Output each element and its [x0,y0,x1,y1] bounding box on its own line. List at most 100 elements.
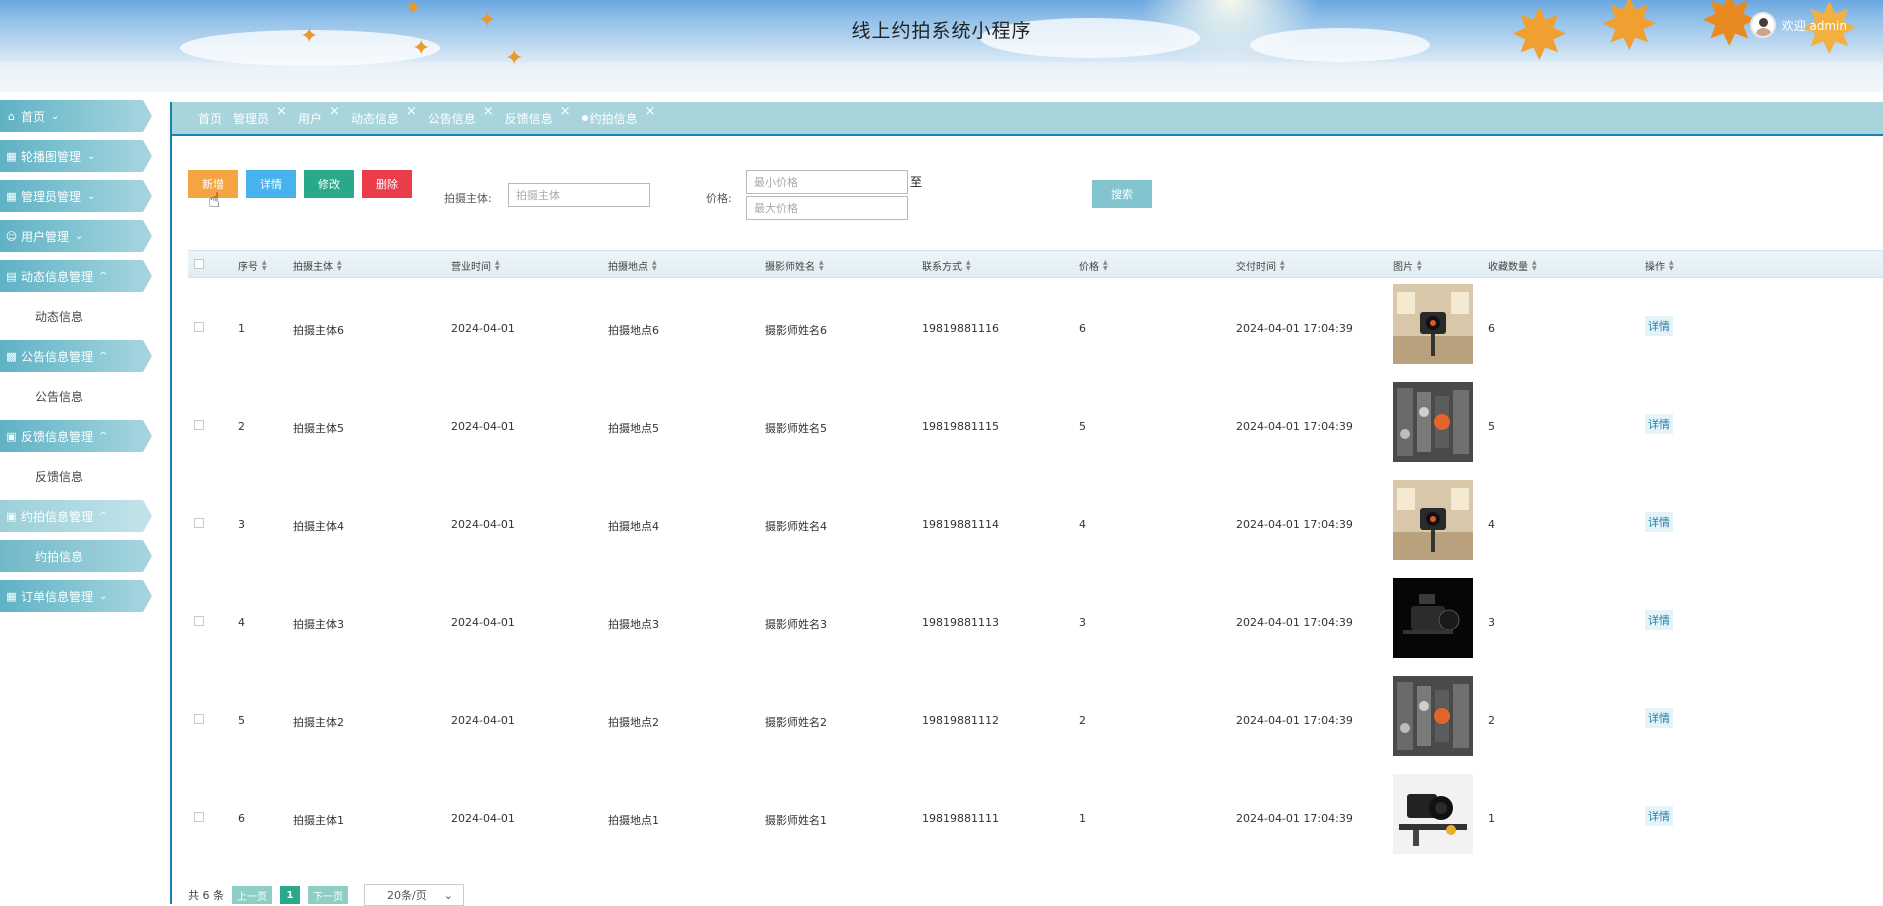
page-number[interactable]: 1 [280,886,300,904]
row-checkbox[interactable] [194,616,204,626]
row-checkbox[interactable] [194,322,204,332]
row-image [1393,774,1473,854]
row-checkbox[interactable] [194,420,204,430]
table-row[interactable]: 5 拍摄主体2 2024-04-01 拍摄地点2 摄影师姓名2 19819881112 2 2… [188,670,1883,768]
home-icon: ⌂ [8,109,15,123]
avatar [1749,12,1776,38]
tab-news[interactable]: 动态信息 × [351,104,417,127]
user-icon: ☺ [5,229,18,243]
column-header[interactable]: 收藏数量 ▲ ▼ [1488,258,1537,273]
tab-booking[interactable]: 约拍信息 × [581,104,656,127]
cell-no: 3 [238,518,245,531]
sort-icon: ▲ ▼ [1532,258,1537,272]
cell-subject: 拍摄主体1 [293,814,344,827]
row-detail-link[interactable]: 详情 [1645,414,1673,434]
search-button[interactable]: 搜索 [1092,180,1152,208]
tab-notice[interactable]: 公告信息 × [427,104,494,127]
delete-button[interactable]: 删除 [362,170,412,198]
table-row[interactable]: 2 拍摄主体5 2024-04-01 拍摄地点5 摄影师姓名5 19819881115 5 2… [188,376,1883,474]
cell-photographer: 摄影师姓名2 [765,716,827,729]
table-row[interactable]: 6 拍摄主体1 2024-04-01 拍摄地点1 摄影师姓名1 19819881111 1 2… [188,768,1883,866]
sidebar-item-label: 订单信息管理 [21,589,94,604]
column-label: 收藏数量 [1488,262,1528,273]
sidebar-item-orders-mgmt[interactable]: ▦ 订单信息管理 ⌄ [0,580,152,612]
sidebar-item-feedback-mgmt[interactable]: ▣ 反馈信息管理 ^ [0,420,152,452]
column-header[interactable]: 拍摄主体 ▲ ▼ [293,258,342,273]
header-haze [0,62,1883,92]
cell-price: 2 [1079,714,1086,727]
column-header[interactable]: 价格 ▲ ▼ [1079,258,1108,273]
column-header[interactable]: 营业时间 ▲ ▼ [451,258,500,273]
sidebar-item-label: 动态信息管理 [21,269,94,284]
column-header[interactable]: 图片 ▲ ▼ [1393,258,1422,273]
sidebar-item-admins[interactable]: ▦ 管理员管理 ⌄ [0,180,152,212]
column-header[interactable]: 序号 ▲ ▼ [238,258,267,273]
sidebar-subitem-booking[interactable]: 约拍信息 [0,540,152,572]
row-checkbox[interactable] [194,714,204,724]
cell-phone: 19819881112 [922,714,999,727]
sidebar-subitem-notice[interactable]: 公告信息 [0,380,152,412]
close-icon[interactable]: × [483,104,494,119]
prev-page-button[interactable]: 上一页 [232,886,272,904]
row-checkbox[interactable] [194,812,204,822]
row-detail-link[interactable]: 详情 [1645,610,1673,630]
subject-label: 拍摄主体: [444,192,492,205]
table-row[interactable]: 3 拍摄主体4 2024-04-01 拍摄地点4 摄影师姓名4 19819881114 4 2… [188,474,1883,572]
table-row[interactable]: 4 拍摄主体3 2024-04-01 拍摄地点3 摄影师姓名3 19819881113 3 2… [188,572,1883,670]
close-icon[interactable]: × [406,104,417,119]
sidebar-item-carousel[interactable]: ▦ 轮播图管理 ⌄ [0,140,152,172]
column-header[interactable]: 联系方式 ▲ ▼ [922,258,971,273]
close-icon[interactable]: × [276,104,287,119]
max-price-input[interactable] [746,196,908,220]
user-menu[interactable]: 欢迎 admin [1749,12,1847,38]
sidebar-item-news-mgmt[interactable]: ▤ 动态信息管理 ^ [0,260,152,292]
tab-feedback[interactable]: 反馈信息 × [504,104,571,127]
sidebar-item-home[interactable]: ⌂ 首页 ⌄ [0,100,152,132]
chevron-down-icon: ⌄ [87,190,96,202]
min-price-input[interactable] [746,170,908,194]
sidebar: ⌂ 首页 ⌄ ▦ 轮播图管理 ⌄ ▦ 管理员管理 ⌄ ☺ 用户管理 ⌄ ▤ 动态… [0,100,155,620]
row-detail-link[interactable]: 详情 [1645,512,1673,532]
close-icon[interactable]: × [645,104,656,119]
maple-leaf-icon: ✦ [505,46,524,71]
sidebar-item-booking-mgmt[interactable]: ▣ 约拍信息管理 ^ [0,500,152,532]
close-icon[interactable]: × [560,104,571,119]
column-label: 操作 [1645,262,1665,273]
detail-button[interactable]: 详情 [246,170,296,198]
tab-home[interactable]: 首页 [198,110,222,127]
table-row[interactable]: 1 拍摄主体6 2024-04-01 拍摄地点6 摄影师姓名6 19819881116 6 2… [188,278,1883,376]
sidebar-item-users[interactable]: ☺ 用户管理 ⌄ [0,220,152,252]
subject-search-input[interactable] [508,183,650,207]
row-detail-link[interactable]: 详情 [1645,316,1673,336]
select-all-checkbox[interactable] [194,259,204,269]
cell-phone: 19819881111 [922,812,999,825]
sidebar-item-notice-mgmt[interactable]: ▩ 公告信息管理 ^ [0,340,152,372]
tab-label: 用户 [297,111,322,126]
hand-cursor-icon: ☝ [208,188,221,212]
column-header[interactable]: 交付时间 ▲ ▼ [1236,258,1285,273]
column-header[interactable]: 摄影师姓名 ▲ ▼ [765,258,824,273]
tab-label: 反馈信息 [504,111,553,126]
sidebar-subitem-news[interactable]: 动态信息 [0,300,152,332]
tab-admins[interactable]: 管理员 × [233,104,287,127]
row-detail-link[interactable]: 详情 [1645,708,1673,728]
row-checkbox[interactable] [194,518,204,528]
sidebar-item-label: 公告信息管理 [21,349,94,364]
edit-button[interactable]: 修改 [304,170,354,198]
tab-label: 公告信息 [427,111,476,126]
column-header[interactable]: 操作 ▲ ▼ [1645,258,1674,273]
header-banner: ✦ ✦ ✦ ✦ ✦ ✸ ✸ ✸ ✸ 线上约拍系统小程序 欢迎 admin [0,0,1883,92]
row-detail-link[interactable]: 详情 [1645,806,1673,826]
column-header[interactable]: 拍摄地点 ▲ ▼ [608,258,657,273]
close-icon[interactable]: × [329,104,340,119]
sort-icon: ▲ ▼ [337,258,342,272]
cell-photographer: 摄影师姓名5 [765,422,827,435]
chevron-down-icon: ⌄ [51,110,60,122]
tab-users[interactable]: 用户 × [297,104,340,127]
sidebar-subitem-feedback[interactable]: 反馈信息 [0,460,152,492]
tab-label: 首页 [198,111,223,126]
next-page-button[interactable]: 下一页 [308,886,348,904]
cell-phone: 19819881116 [922,322,999,335]
cell-place: 拍摄地点5 [608,422,659,435]
page-size-select[interactable]: 20条/页 ⌄ [364,884,464,906]
